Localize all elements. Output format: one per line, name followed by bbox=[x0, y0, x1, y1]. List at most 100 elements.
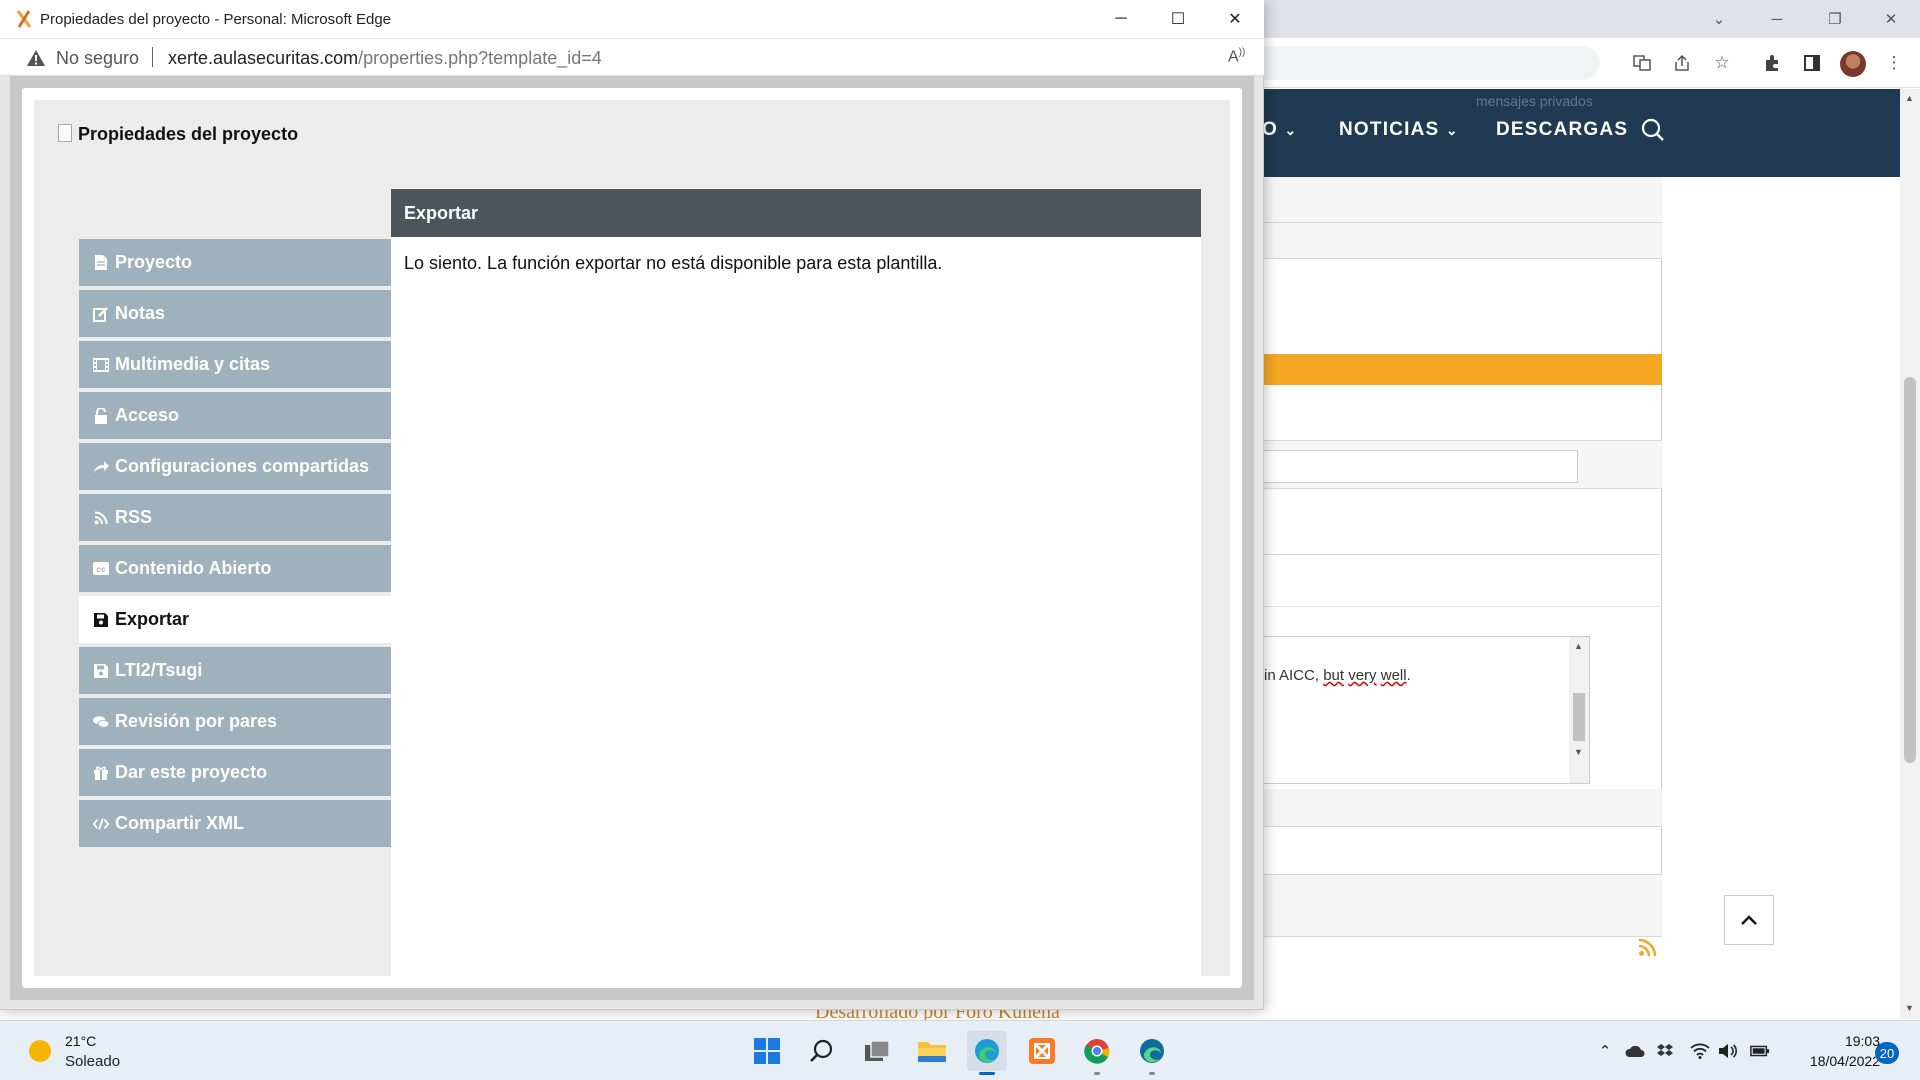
nav-item-partial[interactable]: O ⌄ bbox=[1262, 119, 1297, 141]
export-unavailable-message: Lo siento. La función exportar no está d… bbox=[404, 253, 943, 273]
tab-contenido-abierto[interactable]: cc Contenido Abierto bbox=[79, 545, 391, 592]
popup-titlebar: Propiedades del proyecto - Personal: Mic… bbox=[0, 0, 1264, 38]
start-button[interactable] bbox=[747, 1031, 787, 1071]
profile-avatar[interactable] bbox=[1840, 51, 1866, 77]
wifi-icon[interactable] bbox=[1690, 1041, 1710, 1061]
extensions-icon[interactable] bbox=[1760, 51, 1784, 75]
search-icon[interactable] bbox=[1640, 117, 1666, 143]
task-view-icon[interactable] bbox=[857, 1031, 897, 1071]
tab-label: Revisión por pares bbox=[115, 711, 278, 731]
security-label[interactable]: No seguro bbox=[56, 48, 139, 69]
dropbox-icon[interactable] bbox=[1655, 1041, 1675, 1061]
tab-rss[interactable]: RSS bbox=[79, 494, 391, 541]
share-icon bbox=[93, 459, 109, 475]
url-host: xerte.aulasecuritas.com bbox=[168, 48, 359, 68]
chrome-menu-icon[interactable]: ⋮ bbox=[1882, 51, 1906, 75]
tab-notas[interactable]: Notas bbox=[79, 290, 391, 337]
edge-taskbar-icon[interactable] bbox=[967, 1031, 1007, 1071]
form-row bbox=[1230, 223, 1662, 259]
warning-icon[interactable] bbox=[26, 48, 46, 68]
rss-icon bbox=[93, 510, 109, 526]
battery-icon[interactable] bbox=[1750, 1041, 1770, 1061]
tab-proyecto[interactable]: Proyecto bbox=[79, 239, 391, 286]
read-aloud-icon[interactable]: A)) bbox=[1228, 47, 1245, 66]
tab-label: Dar este proyecto bbox=[115, 762, 268, 782]
tab-multimedia-y-citas[interactable]: Multimedia y citas bbox=[79, 341, 391, 388]
gift-icon bbox=[93, 765, 109, 781]
bg-close-button[interactable]: ✕ bbox=[1862, 0, 1920, 38]
textarea-scrollbar[interactable]: ▲ ▼ bbox=[1569, 637, 1589, 783]
tab-label: Notas bbox=[115, 303, 166, 323]
svg-text:cc: cc bbox=[97, 565, 106, 574]
file-icon bbox=[93, 255, 109, 271]
edge-active-indicator bbox=[979, 1072, 995, 1075]
nav-item-descargas[interactable]: DESCARGAS bbox=[1496, 119, 1628, 141]
background-textarea[interactable]: in AICC, but very well. ▲ ▼ bbox=[1230, 636, 1590, 784]
tab-label: Compartir XML bbox=[115, 813, 245, 833]
tab-compartir-xml[interactable]: Compartir XML bbox=[79, 800, 391, 847]
code-icon bbox=[93, 816, 109, 832]
bg-restore-button[interactable]: ❐ bbox=[1806, 0, 1864, 38]
popup-content-area: Propiedades del proyecto Proyecto Notas … bbox=[10, 76, 1254, 1000]
volume-icon[interactable] bbox=[1718, 1041, 1738, 1061]
tab-list-chevron-icon[interactable]: ⌄ bbox=[1690, 0, 1748, 38]
edge-dev-running-indicator bbox=[1149, 1072, 1155, 1075]
tab-dar-este-proyecto[interactable]: Dar este proyecto bbox=[79, 749, 391, 796]
close-button[interactable]: ✕ bbox=[1206, 0, 1264, 38]
sun-weather-icon[interactable] bbox=[29, 1040, 51, 1062]
onedrive-cloud-icon[interactable] bbox=[1625, 1041, 1645, 1061]
chrome-running-indicator bbox=[1094, 1072, 1100, 1075]
url-text[interactable]: xerte.aulasecuritas.com/properties.php?t… bbox=[168, 48, 602, 69]
tab-acceso[interactable]: Acceso bbox=[79, 392, 391, 439]
textarea-content: in AICC, but very well. bbox=[1264, 667, 1411, 684]
form-row bbox=[1230, 489, 1662, 555]
weather-condition[interactable]: Soleado bbox=[65, 1053, 120, 1070]
edge-popup-window: Propiedades del proyecto - Personal: Mic… bbox=[0, 0, 1264, 1010]
xerte-logo-icon bbox=[16, 10, 32, 28]
clock-time[interactable]: 19:03 bbox=[1820, 1033, 1880, 1049]
maximize-button[interactable]: ☐ bbox=[1149, 0, 1207, 38]
page-scrollbar-thumb[interactable] bbox=[1904, 377, 1916, 763]
form-row bbox=[1230, 875, 1662, 937]
tab-exportar[interactable]: Exportar bbox=[79, 596, 391, 643]
form-row bbox=[1230, 177, 1662, 223]
clock-date[interactable]: 18/04/2022 bbox=[1786, 1053, 1880, 1069]
file-explorer-icon[interactable] bbox=[912, 1031, 952, 1071]
export-panel: Exportar Lo siento. La función exportar … bbox=[391, 189, 1201, 984]
minimize-button[interactable]: ─ bbox=[1092, 0, 1150, 38]
tab-revision-por-pares[interactable]: Revisión por pares bbox=[79, 698, 391, 745]
rss-feed-icon[interactable] bbox=[1638, 937, 1658, 957]
form-row bbox=[1230, 789, 1662, 827]
search-taskbar-icon[interactable] bbox=[802, 1031, 842, 1071]
xampp-icon[interactable] bbox=[1022, 1031, 1062, 1071]
edge-dev-icon[interactable] bbox=[1132, 1031, 1172, 1071]
page-scrollbar[interactable]: ▲ ▼ bbox=[1900, 89, 1920, 1019]
side-panel-icon[interactable] bbox=[1800, 51, 1824, 75]
weather-temperature[interactable]: 21°C bbox=[65, 1033, 96, 1049]
bookmark-star-icon[interactable]: ☆ bbox=[1710, 51, 1734, 75]
background-form-panel: in AICC, but very well. ▲ ▼ bbox=[1230, 177, 1662, 937]
translate-icon[interactable] bbox=[1630, 51, 1654, 75]
background-text-input[interactable] bbox=[1230, 450, 1578, 483]
tab-configuraciones-compartidas[interactable]: Configuraciones compartidas bbox=[79, 443, 391, 490]
tab-lti2-tsugi[interactable]: LTI2/Tsugi bbox=[79, 647, 391, 694]
tab-label: RSS bbox=[115, 507, 153, 527]
nav-faint-text: mensajes privados bbox=[1476, 93, 1593, 109]
film-icon bbox=[93, 357, 109, 373]
url-path: /properties.php?template_id=4 bbox=[358, 48, 602, 68]
nav-item-noticias[interactable]: NOTICIAS ⌄ bbox=[1339, 119, 1459, 141]
notification-badge[interactable]: 20 bbox=[1875, 1042, 1899, 1064]
tab-label: Proyecto bbox=[115, 252, 193, 272]
comments-icon bbox=[93, 714, 109, 730]
tab-label: Multimedia y citas bbox=[115, 354, 271, 374]
cc-icon: cc bbox=[93, 561, 109, 577]
scroll-to-top-button[interactable] bbox=[1724, 895, 1774, 945]
bg-address-bar[interactable] bbox=[1220, 46, 1600, 80]
chrome-icon[interactable] bbox=[1077, 1031, 1117, 1071]
bg-minimize-button[interactable]: ─ bbox=[1748, 0, 1806, 38]
popup-address-bar[interactable]: No seguro xerte.aulasecuritas.com/proper… bbox=[0, 38, 1264, 76]
unlock-icon bbox=[93, 407, 109, 424]
tray-overflow-chevron-icon[interactable]: ⌃ bbox=[1595, 1041, 1615, 1061]
properties-dialog-inner: Propiedades del proyecto Proyecto Notas … bbox=[34, 100, 1230, 984]
share-page-icon[interactable] bbox=[1670, 51, 1694, 75]
